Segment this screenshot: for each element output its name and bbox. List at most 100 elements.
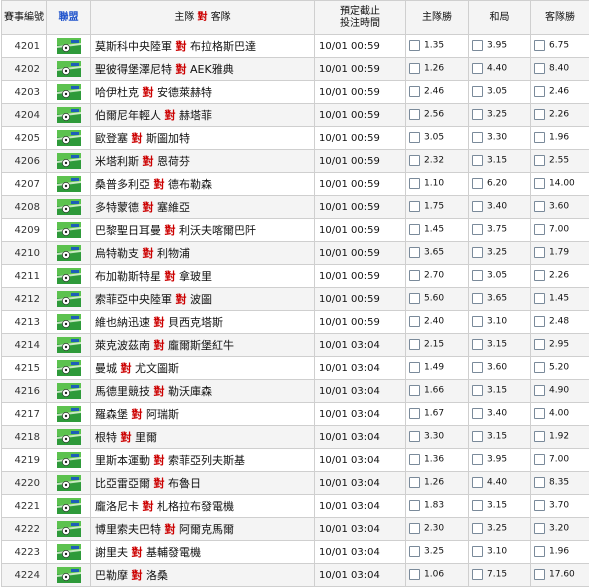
home-win-checkbox[interactable] — [409, 40, 420, 51]
soccer-ball-field-icon[interactable] — [57, 222, 81, 238]
draw-checkbox[interactable] — [472, 86, 483, 97]
away-win-checkbox[interactable] — [534, 132, 545, 143]
soccer-ball-field-icon[interactable] — [57, 429, 81, 445]
draw-checkbox[interactable] — [472, 63, 483, 74]
home-win-checkbox[interactable] — [409, 408, 420, 419]
away-win-checkbox[interactable] — [534, 178, 545, 189]
draw-checkbox[interactable] — [472, 477, 483, 488]
draw-checkbox[interactable] — [472, 178, 483, 189]
away-win-checkbox[interactable] — [534, 40, 545, 51]
home-win-checkbox[interactable] — [409, 339, 420, 350]
league-cell[interactable] — [47, 495, 91, 518]
league-cell[interactable] — [47, 127, 91, 150]
league-cell[interactable] — [47, 173, 91, 196]
soccer-ball-field-icon[interactable] — [57, 61, 81, 77]
league-cell[interactable] — [47, 35, 91, 58]
away-win-checkbox[interactable] — [534, 247, 545, 258]
home-win-checkbox[interactable] — [409, 293, 420, 304]
soccer-ball-field-icon[interactable] — [57, 314, 81, 330]
soccer-ball-field-icon[interactable] — [57, 84, 81, 100]
soccer-ball-field-icon[interactable] — [57, 475, 81, 491]
soccer-ball-field-icon[interactable] — [57, 268, 81, 284]
soccer-ball-field-icon[interactable] — [57, 360, 81, 376]
home-win-checkbox[interactable] — [409, 224, 420, 235]
league-cell[interactable] — [47, 104, 91, 127]
draw-checkbox[interactable] — [472, 316, 483, 327]
league-cell[interactable] — [47, 334, 91, 357]
draw-checkbox[interactable] — [472, 201, 483, 212]
away-win-checkbox[interactable] — [534, 109, 545, 120]
league-cell[interactable] — [47, 449, 91, 472]
league-cell[interactable] — [47, 81, 91, 104]
away-win-checkbox[interactable] — [534, 270, 545, 281]
draw-checkbox[interactable] — [472, 155, 483, 166]
soccer-ball-field-icon[interactable] — [57, 176, 81, 192]
home-win-checkbox[interactable] — [409, 63, 420, 74]
draw-checkbox[interactable] — [472, 546, 483, 557]
home-win-checkbox[interactable] — [409, 362, 420, 373]
draw-checkbox[interactable] — [472, 431, 483, 442]
soccer-ball-field-icon[interactable] — [57, 452, 81, 468]
draw-checkbox[interactable] — [472, 500, 483, 511]
soccer-ball-field-icon[interactable] — [57, 383, 81, 399]
soccer-ball-field-icon[interactable] — [57, 199, 81, 215]
away-win-checkbox[interactable] — [534, 63, 545, 74]
soccer-ball-field-icon[interactable] — [57, 291, 81, 307]
away-win-checkbox[interactable] — [534, 477, 545, 488]
league-cell[interactable] — [47, 242, 91, 265]
away-win-checkbox[interactable] — [534, 546, 545, 557]
league-cell[interactable] — [47, 357, 91, 380]
draw-checkbox[interactable] — [472, 385, 483, 396]
home-win-checkbox[interactable] — [409, 385, 420, 396]
away-win-checkbox[interactable] — [534, 86, 545, 97]
draw-checkbox[interactable] — [472, 293, 483, 304]
away-win-checkbox[interactable] — [534, 155, 545, 166]
league-cell[interactable] — [47, 150, 91, 173]
soccer-ball-field-icon[interactable] — [57, 521, 81, 537]
home-win-checkbox[interactable] — [409, 247, 420, 258]
draw-checkbox[interactable] — [472, 40, 483, 51]
home-win-checkbox[interactable] — [409, 431, 420, 442]
soccer-ball-field-icon[interactable] — [57, 130, 81, 146]
soccer-ball-field-icon[interactable] — [57, 337, 81, 353]
league-cell[interactable] — [47, 472, 91, 495]
home-win-checkbox[interactable] — [409, 201, 420, 212]
soccer-ball-field-icon[interactable] — [57, 38, 81, 54]
draw-checkbox[interactable] — [472, 132, 483, 143]
draw-checkbox[interactable] — [472, 523, 483, 534]
soccer-ball-field-icon[interactable] — [57, 406, 81, 422]
home-win-checkbox[interactable] — [409, 477, 420, 488]
away-win-checkbox[interactable] — [534, 316, 545, 327]
draw-checkbox[interactable] — [472, 569, 483, 580]
home-win-checkbox[interactable] — [409, 454, 420, 465]
home-win-checkbox[interactable] — [409, 546, 420, 557]
draw-checkbox[interactable] — [472, 224, 483, 235]
away-win-checkbox[interactable] — [534, 500, 545, 511]
home-win-checkbox[interactable] — [409, 270, 420, 281]
home-win-checkbox[interactable] — [409, 109, 420, 120]
away-win-checkbox[interactable] — [534, 339, 545, 350]
soccer-ball-field-icon[interactable] — [57, 107, 81, 123]
home-win-checkbox[interactable] — [409, 569, 420, 580]
draw-checkbox[interactable] — [472, 339, 483, 350]
draw-checkbox[interactable] — [472, 247, 483, 258]
soccer-ball-field-icon[interactable] — [57, 498, 81, 514]
home-win-checkbox[interactable] — [409, 86, 420, 97]
away-win-checkbox[interactable] — [534, 362, 545, 373]
league-cell[interactable] — [47, 518, 91, 541]
away-win-checkbox[interactable] — [534, 201, 545, 212]
league-cell[interactable] — [47, 196, 91, 219]
away-win-checkbox[interactable] — [534, 385, 545, 396]
away-win-checkbox[interactable] — [534, 523, 545, 534]
league-cell[interactable] — [47, 564, 91, 587]
soccer-ball-field-icon[interactable] — [57, 153, 81, 169]
draw-checkbox[interactable] — [472, 109, 483, 120]
draw-checkbox[interactable] — [472, 408, 483, 419]
header-league[interactable]: 聯盟 — [47, 1, 91, 35]
draw-checkbox[interactable] — [472, 454, 483, 465]
home-win-checkbox[interactable] — [409, 132, 420, 143]
away-win-checkbox[interactable] — [534, 224, 545, 235]
league-cell[interactable] — [47, 403, 91, 426]
league-cell[interactable] — [47, 219, 91, 242]
soccer-ball-field-icon[interactable] — [57, 544, 81, 560]
